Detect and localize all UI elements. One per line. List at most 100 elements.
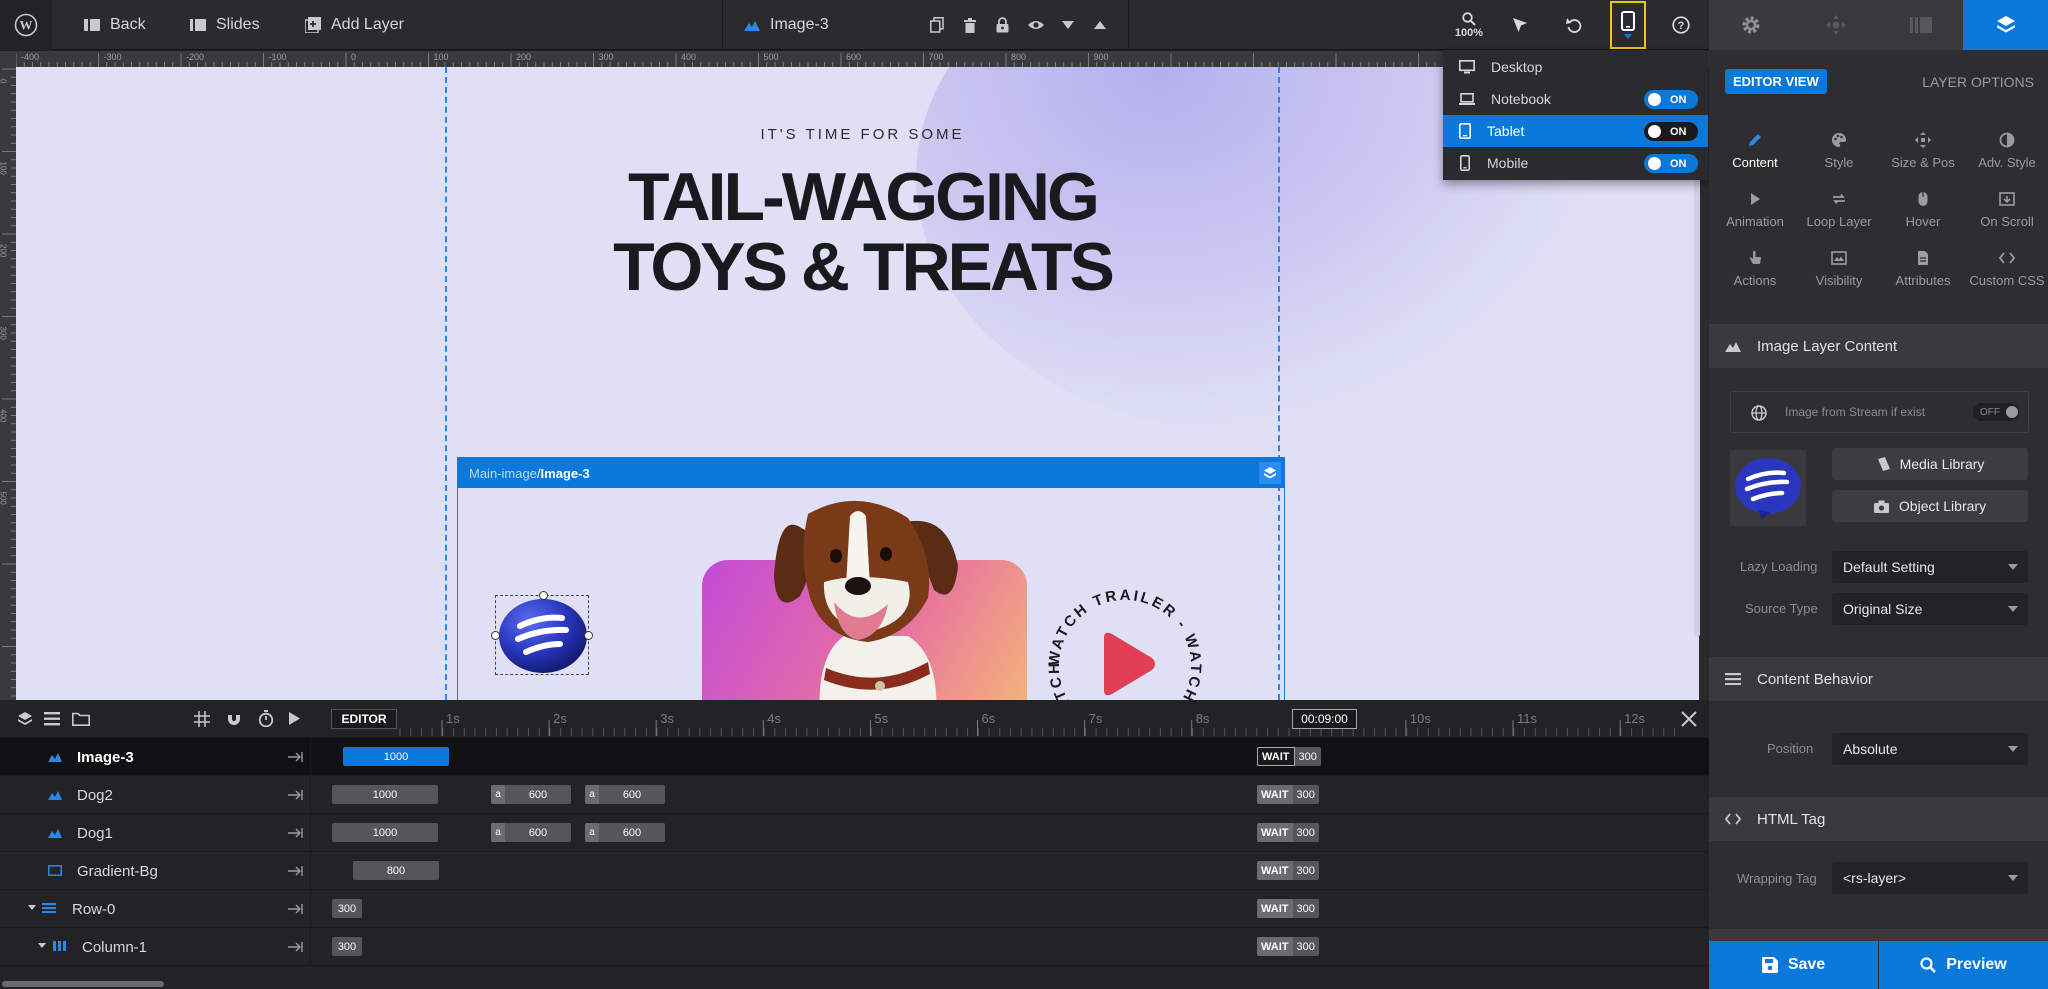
timeline-bar[interactable]: 1000 xyxy=(332,785,438,804)
editor-view-badge[interactable]: EDITOR VIEW xyxy=(1725,69,1827,94)
tab-slide-background[interactable] xyxy=(1879,0,1964,50)
slides-button[interactable]: Slides xyxy=(190,0,260,50)
stream-toggle[interactable]: OFF xyxy=(1973,403,2019,421)
resize-handle-right[interactable] xyxy=(584,631,593,640)
option-actions[interactable]: Actions xyxy=(1713,250,1797,306)
timer-icon[interactable] xyxy=(258,710,274,727)
wait-marker[interactable]: WAIT 300 xyxy=(1257,785,1319,804)
option-attributes[interactable]: Attributes xyxy=(1881,250,1965,306)
layer-name-cell[interactable]: Row-0 xyxy=(0,890,310,928)
device-desktop[interactable]: Desktop xyxy=(1443,51,1708,83)
select-tool-button[interactable] xyxy=(1512,0,1532,50)
grid-snap-icon[interactable] xyxy=(194,711,210,727)
object-library-button[interactable]: Object Library xyxy=(1832,490,2028,522)
back-button[interactable]: Back xyxy=(84,0,146,50)
timeline-track[interactable]: 1000 a 600 a 600 WAIT 300 xyxy=(310,776,1709,814)
main-image-group[interactable]: Main-image / Image-3 WATCH TRAILER - WAT… xyxy=(457,457,1285,700)
dog-image[interactable] xyxy=(758,486,978,700)
device-mobile[interactable]: Mobile ON xyxy=(1443,147,1708,179)
breadcrumb-parent[interactable]: Main-image xyxy=(469,466,537,481)
collapse-arrow-icon[interactable] xyxy=(287,941,303,953)
add-layer-button[interactable]: Add Layer xyxy=(305,0,404,50)
collapse-arrow-icon[interactable] xyxy=(287,751,303,763)
option-loop-layer[interactable]: Loop Layer xyxy=(1797,191,1881,247)
layer-name-cell[interactable]: Dog2 xyxy=(0,776,310,814)
headline[interactable]: TAIL-WAGGING TOYS & TREATS xyxy=(446,162,1279,302)
collapse-arrow-icon[interactable] xyxy=(287,789,303,801)
visibility-button[interactable] xyxy=(1027,0,1045,50)
media-library-button[interactable]: Media Library xyxy=(1832,448,2028,480)
option-custom-css[interactable]: Custom CSS xyxy=(1965,250,2048,306)
device-switcher-button[interactable] xyxy=(1610,1,1646,49)
list-view-icon[interactable] xyxy=(44,712,60,726)
position-select[interactable]: Absolute xyxy=(1832,733,2028,765)
watch-trailer-button[interactable]: WATCH TRAILER - WATCH TRAILER - WATCH TR… xyxy=(1040,518,1210,700)
image-thumbnail[interactable] xyxy=(1730,450,1806,526)
timeline-row[interactable]: Image-3 1000 WAIT 300 xyxy=(0,738,1709,776)
collapse-arrow-icon[interactable] xyxy=(287,827,303,839)
preview-button[interactable]: Preview xyxy=(1879,941,2048,989)
timeline-track[interactable]: 1000 a 600 a 600 WAIT 300 xyxy=(310,814,1709,852)
move-layer-down-button[interactable] xyxy=(1062,0,1074,50)
option-style[interactable]: Style xyxy=(1797,132,1881,188)
help-button[interactable]: ? xyxy=(1672,0,1692,50)
section-html-tag[interactable]: HTML Tag xyxy=(1709,797,2048,841)
option-hover[interactable]: Hover xyxy=(1881,191,1965,247)
option-adv-style[interactable]: Adv. Style xyxy=(1965,132,2048,188)
tab-settings[interactable] xyxy=(1709,0,1794,50)
layers-toggle-icon[interactable] xyxy=(18,712,32,726)
collapse-arrow-icon[interactable] xyxy=(287,865,303,877)
close-timeline-icon[interactable] xyxy=(1681,711,1697,727)
tab-navigation[interactable] xyxy=(1794,0,1879,50)
layer-name-cell[interactable]: Gradient-Bg xyxy=(0,852,310,890)
layer-name-cell[interactable]: Dog1 xyxy=(0,814,310,852)
resize-handle-top[interactable] xyxy=(539,591,548,600)
timeline-track[interactable]: 300 WAIT 300 xyxy=(310,890,1709,928)
timeline-track[interactable]: 1000 WAIT 300 xyxy=(310,738,1709,776)
option-visibility[interactable]: Visibility xyxy=(1797,250,1881,306)
timeline-bar[interactable]: a 600 xyxy=(585,823,665,842)
timeline-bar[interactable]: a 600 xyxy=(491,823,571,842)
timeline-scrollbar[interactable] xyxy=(0,978,1709,989)
timeline-bar[interactable]: a 600 xyxy=(585,785,665,804)
layer-name-cell[interactable]: Image-3 xyxy=(0,738,310,776)
timeline-track[interactable]: 800 WAIT 300 xyxy=(310,852,1709,890)
delete-layer-button[interactable] xyxy=(964,0,976,50)
timeline-bar[interactable]: 300 xyxy=(332,937,362,956)
duplicate-layer-button[interactable] xyxy=(930,0,944,50)
wait-marker[interactable]: WAIT 300 xyxy=(1257,823,1319,842)
save-button[interactable]: Save xyxy=(1709,941,1878,989)
layer-name-cell[interactable]: Column-1 xyxy=(0,928,310,966)
image-3-layer[interactable] xyxy=(491,591,593,675)
eyebrow-text[interactable]: IT'S TIME FOR SOME xyxy=(446,126,1279,143)
timeline-row[interactable]: Dog2 1000 a 600 a 600 WAIT 300 xyxy=(0,776,1709,814)
timeline-bar[interactable]: 1000 xyxy=(343,747,449,766)
timeline-bar[interactable]: 800 xyxy=(353,861,439,880)
magnet-icon[interactable] xyxy=(226,711,242,727)
play-timeline-icon[interactable] xyxy=(289,712,300,725)
zoom-button[interactable]: 100% xyxy=(1452,0,1486,50)
device-notebook[interactable]: Notebook ON xyxy=(1443,83,1708,115)
timeline-row[interactable]: Column-1 300 WAIT 300 xyxy=(0,928,1709,966)
folder-icon[interactable] xyxy=(72,712,90,726)
option-size-pos[interactable]: Size & Pos xyxy=(1881,132,1965,188)
section-content-behavior[interactable]: Content Behavior xyxy=(1709,657,2048,701)
wait-marker[interactable]: WAIT 300 xyxy=(1257,899,1319,918)
timeline-row[interactable]: Dog1 1000 a 600 a 600 WAIT 300 xyxy=(0,814,1709,852)
option-content[interactable]: Content xyxy=(1713,132,1797,188)
resize-handle-left[interactable] xyxy=(491,631,500,640)
tab-layers[interactable] xyxy=(1963,0,2048,50)
undo-button[interactable] xyxy=(1566,0,1586,50)
collapse-arrow-icon[interactable] xyxy=(287,903,303,915)
notebook-toggle[interactable]: ON xyxy=(1644,90,1698,109)
mobile-toggle[interactable]: ON xyxy=(1644,154,1698,173)
timeline-track[interactable]: 300 WAIT 300 xyxy=(310,928,1709,966)
timeline-row[interactable]: Gradient-Bg 800 WAIT 300 xyxy=(0,852,1709,890)
move-layer-up-button[interactable] xyxy=(1094,0,1106,50)
option-animation[interactable]: Animation xyxy=(1713,191,1797,247)
timeline-time-marker[interactable]: 00:09:00 xyxy=(1292,709,1357,729)
wait-marker[interactable]: WAIT 300 xyxy=(1257,861,1319,880)
section-image-layer-content[interactable]: Image Layer Content xyxy=(1709,324,2048,368)
device-tablet[interactable]: Tablet ON xyxy=(1443,115,1708,147)
lock-layer-button[interactable] xyxy=(996,0,1009,50)
